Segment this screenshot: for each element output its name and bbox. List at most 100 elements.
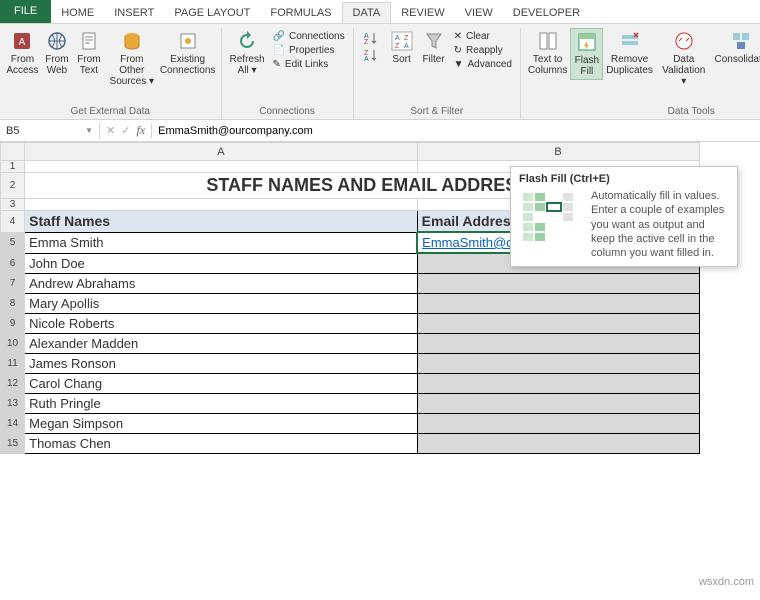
text-file-icon	[78, 30, 100, 52]
cell[interactable]	[25, 161, 418, 173]
row-header[interactable]: 4	[1, 211, 25, 233]
cell-email[interactable]	[417, 413, 699, 433]
col-header-b[interactable]: B	[417, 143, 699, 161]
svg-text:Z: Z	[364, 39, 369, 45]
existing-connections-button[interactable]: Existing Connections	[159, 28, 217, 78]
tab-insert[interactable]: INSERT	[104, 3, 164, 23]
cell-email[interactable]	[417, 273, 699, 293]
clear-filter-button[interactable]: ✕Clear	[450, 30, 516, 43]
tabs-bar: FILE HOME INSERT PAGE LAYOUT FORMULAS DA…	[0, 0, 760, 24]
fx-controls: ✕ ✓ fx	[100, 123, 152, 138]
remove-duplicates-icon	[619, 30, 641, 52]
flash-fill-tooltip: Flash Fill (Ctrl+E) Automatically fill i…	[510, 166, 738, 267]
cell-staff-name[interactable]: Mary Apollis	[25, 293, 418, 313]
sort-button[interactable]: AZZA Sort	[386, 28, 418, 67]
row-header[interactable]: 15	[1, 433, 25, 453]
chevron-down-icon: ▼	[85, 126, 93, 135]
btn-label: From Other Sources ▾	[109, 54, 155, 87]
properties-button[interactable]: 📄Properties	[269, 44, 349, 57]
row-header[interactable]: 5	[1, 232, 25, 253]
btn-label: Remove Duplicates	[606, 54, 653, 76]
cell-staff-name[interactable]: Alexander Madden	[25, 333, 418, 353]
btn-label: Existing Connections	[160, 54, 216, 76]
cell-email[interactable]	[417, 353, 699, 373]
from-other-sources-button[interactable]: From Other Sources ▾	[105, 28, 159, 89]
row-header[interactable]: 8	[1, 293, 25, 313]
cell-email[interactable]	[417, 333, 699, 353]
row-header[interactable]: 13	[1, 393, 25, 413]
flash-fill-button[interactable]: Flash Fill	[570, 28, 603, 80]
consolidate-button[interactable]: Consolidate	[712, 28, 760, 67]
cell-staff-name[interactable]: John Doe	[25, 253, 418, 273]
cancel-icon[interactable]: ✕	[106, 124, 115, 137]
select-all-corner[interactable]	[1, 143, 25, 161]
flash-fill-icon	[576, 31, 598, 53]
file-tab[interactable]: FILE	[0, 0, 51, 23]
sort-za-button[interactable]: ZA	[358, 47, 384, 63]
reapply-button[interactable]: ↻Reapply	[450, 44, 516, 57]
row-header[interactable]: 3	[1, 199, 25, 211]
edit-links-button[interactable]: ✎Edit Links	[269, 58, 349, 71]
cell-staff-name[interactable]: Andrew Abrahams	[25, 273, 418, 293]
from-access-button[interactable]: A From Access	[4, 28, 41, 78]
cell-email[interactable]	[417, 433, 699, 453]
cell-email[interactable]	[417, 313, 699, 333]
row-header[interactable]: 1	[1, 161, 25, 173]
refresh-all-button[interactable]: Refresh All ▾	[226, 28, 269, 78]
tab-developer[interactable]: DEVELOPER	[503, 3, 590, 23]
cell-staff-name[interactable]: Nicole Roberts	[25, 313, 418, 333]
col-header-a[interactable]: A	[25, 143, 418, 161]
advanced-icon: ▼	[454, 59, 464, 70]
cell-email[interactable]	[417, 393, 699, 413]
remove-duplicates-button[interactable]: Remove Duplicates	[603, 28, 655, 78]
btn-label: Flash Fill	[575, 55, 599, 77]
row-header[interactable]: 14	[1, 413, 25, 433]
name-box-value: B5	[6, 125, 19, 137]
connections-button[interactable]: 🔗Connections	[269, 30, 349, 43]
row-header[interactable]: 11	[1, 353, 25, 373]
tab-formulas[interactable]: FORMULAS	[260, 3, 341, 23]
data-validation-icon	[673, 30, 695, 52]
sort-za-icon: ZA	[362, 48, 380, 62]
row-header[interactable]: 12	[1, 373, 25, 393]
row-header[interactable]: 7	[1, 273, 25, 293]
cell-staff-name[interactable]: Emma Smith	[25, 232, 418, 253]
tab-data[interactable]: DATA	[342, 2, 392, 23]
from-text-button[interactable]: From Text	[73, 28, 105, 78]
accept-icon[interactable]: ✓	[121, 124, 130, 137]
row-header[interactable]: 6	[1, 253, 25, 273]
sort-az-button[interactable]: AZ	[358, 30, 384, 46]
ribbon-group-connections: Refresh All ▾ 🔗Connections 📄Properties ✎…	[222, 28, 354, 119]
text-to-columns-button[interactable]: Text to Columns	[525, 28, 570, 78]
ribbon-group-sort-filter: AZ ZA AZZA Sort Filter ✕Clear ↻Reapply ▼…	[354, 28, 521, 119]
cell-staff-name[interactable]: Ruth Pringle	[25, 393, 418, 413]
cell-staff-name[interactable]: Carol Chang	[25, 373, 418, 393]
row-header[interactable]: 10	[1, 333, 25, 353]
cell-staff-name[interactable]: Thomas Chen	[25, 433, 418, 453]
formula-input[interactable]	[152, 123, 760, 139]
svg-text:A: A	[404, 43, 409, 50]
fx-icon[interactable]: fx	[136, 123, 145, 138]
cell-staff-name[interactable]: James Ronson	[25, 353, 418, 373]
tab-page-layout[interactable]: PAGE LAYOUT	[164, 3, 260, 23]
cell-staff-name[interactable]: Megan Simpson	[25, 413, 418, 433]
tab-view[interactable]: VIEW	[455, 3, 503, 23]
cell-email[interactable]	[417, 373, 699, 393]
database-access-icon: A	[11, 30, 33, 52]
cell-email[interactable]	[417, 293, 699, 313]
advanced-filter-button[interactable]: ▼Advanced	[450, 58, 516, 71]
row-header[interactable]: 9	[1, 313, 25, 333]
data-validation-button[interactable]: Data Validation ▾	[656, 28, 712, 89]
cell[interactable]	[25, 199, 418, 211]
tab-review[interactable]: REVIEW	[391, 3, 454, 23]
row-header[interactable]: 2	[1, 173, 25, 199]
name-box[interactable]: B5 ▼	[0, 123, 100, 139]
tab-home[interactable]: HOME	[51, 3, 104, 23]
tooltip-title: Flash Fill (Ctrl+E)	[519, 173, 729, 185]
ribbon: A From Access From Web From Text From Ot…	[0, 24, 760, 120]
btn-label: Refresh All ▾	[230, 54, 265, 76]
connections-icon	[177, 30, 199, 52]
header-cell-names[interactable]: Staff Names	[25, 211, 418, 233]
from-web-button[interactable]: From Web	[41, 28, 73, 78]
filter-button[interactable]: Filter	[418, 28, 450, 67]
